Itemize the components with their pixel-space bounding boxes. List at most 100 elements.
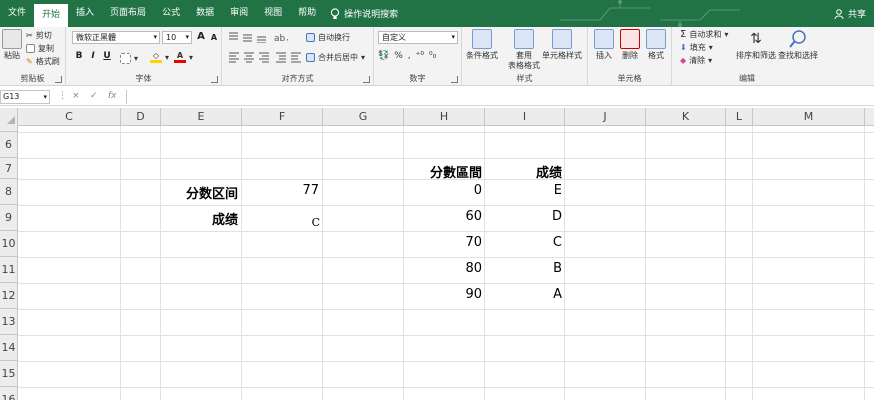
name-box[interactable]: G13 ▾ — [0, 90, 50, 104]
cell-f9[interactable]: C — [312, 216, 320, 229]
formula-input[interactable] — [126, 90, 874, 104]
border-button[interactable]: ▾ — [120, 53, 138, 64]
fx-icon[interactable]: fx — [108, 91, 117, 101]
column-header-f[interactable]: F — [242, 108, 323, 126]
column-header-i[interactable]: I — [485, 108, 565, 126]
find-select-button[interactable]: 查找和选择 — [778, 29, 818, 61]
row-header-8[interactable]: 8 — [0, 179, 18, 205]
row-header-14[interactable]: 14 — [0, 335, 18, 361]
fill-color-button[interactable]: ◇ ▾ — [150, 51, 169, 63]
column-header-e[interactable]: E — [161, 108, 242, 126]
column-header-l[interactable]: L — [726, 108, 753, 126]
table-row-h8[interactable]: 0 — [474, 183, 482, 198]
chevron-down-icon: ▾ — [43, 93, 47, 101]
sort-filter-button[interactable]: ⇅ 排序和筛选 — [736, 29, 776, 61]
tab-page-layout[interactable]: 页面布局 — [102, 0, 154, 27]
row-header-16[interactable]: 16 — [0, 387, 18, 400]
font-launcher-icon[interactable] — [211, 76, 218, 83]
tab-data[interactable]: 数据 — [188, 0, 222, 27]
increase-decimal-icon: ⁺⁰ — [415, 51, 425, 61]
cell-e8[interactable]: 分数区间 — [186, 183, 238, 202]
row-header-10[interactable]: 10 — [0, 231, 18, 257]
enter-icon[interactable]: ✓ — [90, 91, 98, 101]
tell-me-search[interactable]: 操作说明搜索 — [330, 7, 398, 20]
table-icon — [514, 29, 534, 49]
alignment-launcher-icon[interactable] — [363, 76, 370, 83]
column-header-g[interactable]: G — [323, 108, 404, 126]
share-button[interactable]: 共享 — [834, 0, 866, 27]
cancel-icon[interactable]: × — [72, 91, 80, 101]
tab-review[interactable]: 审阅 — [222, 0, 256, 27]
tab-file[interactable]: 文件 — [0, 0, 34, 27]
column-header-k[interactable]: K — [646, 108, 726, 126]
italic-button[interactable]: I — [86, 51, 100, 61]
row-header-9[interactable]: 9 — [0, 205, 18, 231]
horizontal-align-icons[interactable] — [228, 51, 304, 63]
table-row-i9[interactable]: D — [552, 209, 562, 224]
cell-styles-button[interactable]: 单元格样式 — [542, 29, 582, 61]
tab-view[interactable]: 视图 — [256, 0, 290, 27]
tab-formulas[interactable]: 公式 — [154, 0, 188, 27]
column-header-m[interactable]: M — [753, 108, 865, 126]
number-buttons[interactable]: 💱%, ⁺⁰ ⁰₀ — [378, 51, 436, 61]
column-header-c[interactable]: C — [18, 108, 121, 126]
table-row-h12[interactable]: 90 — [465, 287, 482, 302]
paste-button[interactable]: 粘贴 — [2, 29, 22, 61]
worksheet-grid[interactable]: 分數區間 成绩 分数区间 77 成绩 C 0 E 60 D 70 C 80 B … — [18, 126, 874, 400]
number-format-select[interactable]: 自定义 ▾ — [378, 31, 458, 44]
number-launcher-icon[interactable] — [451, 76, 458, 83]
row-header-11[interactable]: 11 — [0, 257, 18, 283]
shrink-font-button[interactable]: A — [207, 33, 221, 42]
table-row-i10[interactable]: C — [553, 235, 562, 250]
row-header-12[interactable]: 12 — [0, 283, 18, 309]
clipboard-launcher-icon[interactable] — [55, 76, 62, 83]
font-size-value: 10 — [166, 33, 177, 42]
lightbulb-icon — [330, 7, 340, 19]
format-cells-button[interactable]: 格式 — [646, 29, 666, 61]
insert-cells-button[interactable]: 插入 — [594, 29, 614, 61]
font-name-select[interactable]: 微软正黑體 ▾ — [72, 31, 160, 44]
format-as-table-button[interactable]: 套用 表格格式 — [508, 29, 540, 71]
format-painter-button[interactable]: ✎ 格式刷 — [26, 56, 60, 67]
row-header-13[interactable]: 13 — [0, 309, 18, 335]
table-row-i12[interactable]: A — [553, 287, 562, 302]
copy-button[interactable]: 复制 — [26, 43, 54, 54]
column-header-j[interactable]: J — [565, 108, 646, 126]
font-color-button[interactable]: A ▾ — [174, 51, 193, 63]
table-row-h10[interactable]: 70 — [465, 235, 482, 250]
conditional-format-button[interactable]: 条件格式 — [466, 29, 498, 61]
table-row-i11[interactable]: B — [553, 261, 562, 276]
autosum-button[interactable]: Σ 自动求和 ▾ — [680, 29, 728, 40]
table-row-h9[interactable]: 60 — [465, 209, 482, 224]
underline-button[interactable]: U — [100, 51, 114, 61]
clear-button[interactable]: ◆ 清除 ▾ — [680, 55, 712, 66]
row-header-15[interactable]: 15 — [0, 361, 18, 387]
table-row-i8[interactable]: E — [554, 183, 562, 198]
tab-insert[interactable]: 插入 — [68, 0, 102, 27]
tab-home[interactable]: 开始 — [34, 4, 69, 27]
table-row-h11[interactable]: 80 — [465, 261, 482, 276]
merge-center-button[interactable]: 合并后居中 ▾ — [306, 52, 365, 63]
column-header-h[interactable]: H — [404, 108, 485, 126]
cell-h7[interactable]: 分數區間 — [430, 162, 482, 181]
chevron-down-icon: ▾ — [724, 30, 729, 39]
cell-i7[interactable]: 成绩 — [536, 162, 562, 181]
column-header-d[interactable]: D — [121, 108, 161, 126]
bold-button[interactable]: B — [72, 51, 86, 61]
clear-label: 清除 — [689, 56, 706, 65]
delete-cells-button[interactable]: 删除 — [620, 29, 640, 61]
cell-f8[interactable]: 77 — [302, 183, 319, 198]
tab-help[interactable]: 帮助 — [290, 0, 324, 27]
grow-font-button[interactable]: A — [194, 31, 208, 42]
font-size-select[interactable]: 10 ▾ — [162, 31, 192, 44]
select-all-button[interactable] — [0, 108, 18, 126]
format-table-line1: 套用 — [516, 51, 532, 60]
wrap-text-button[interactable]: 自动换行 — [306, 32, 350, 43]
vertical-align-icons[interactable]: ab↗ — [228, 31, 288, 43]
row-header-6[interactable]: 6 — [0, 132, 18, 158]
row-header-7[interactable]: 7 — [0, 158, 18, 179]
formula-bar: G13 ▾ ⋮ × ✓ fx — [0, 88, 874, 106]
cut-button[interactable]: ✂ 剪切 — [26, 30, 52, 41]
cell-e9[interactable]: 成绩 — [212, 209, 238, 228]
fill-button[interactable]: ⬇ 填充 ▾ — [680, 42, 713, 53]
